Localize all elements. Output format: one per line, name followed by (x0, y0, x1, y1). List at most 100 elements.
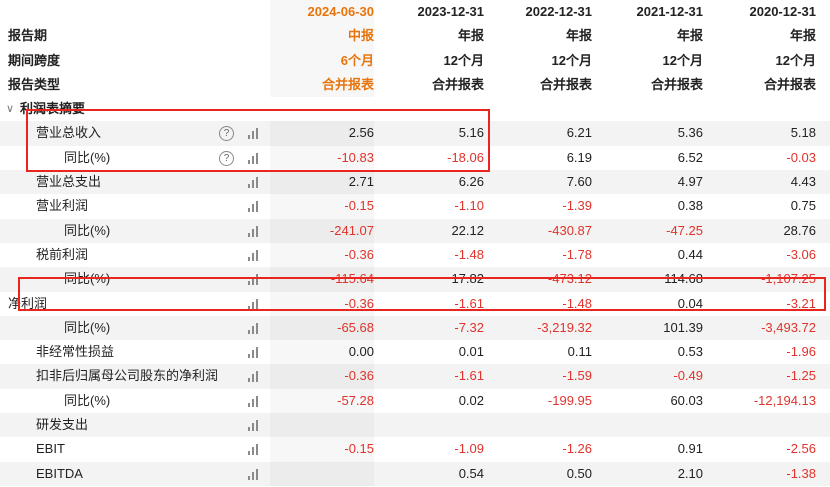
header-cell: 年报 (457, 28, 484, 44)
header-cell: 合并报表 (431, 76, 484, 92)
value-cell: 5.16 (458, 125, 484, 141)
bar-chart-icon[interactable] (248, 152, 260, 164)
value-cell (270, 461, 374, 486)
row-label: 扣非后归属母公司股东的净利润 (36, 368, 219, 384)
row-label-cell: EBITDA (0, 462, 270, 486)
row-label-cell: 同比(%) (0, 267, 270, 291)
bar-chart-icon[interactable] (248, 444, 260, 456)
bar-chart-icon[interactable] (248, 420, 260, 432)
value-cell: 0.44 (677, 246, 703, 262)
row-label-cell: 研发支出 (0, 413, 270, 437)
table-row: 扣非后归属母公司股东的净利润 -0.36 -1.61 -1.59 -0.49 -1.25 (0, 364, 830, 389)
bar-chart-icon[interactable] (248, 201, 260, 213)
period-header[interactable]: 2022-12-31 (484, 0, 593, 24)
bar-chart-icon[interactable] (248, 298, 260, 310)
row-label: 营业利润 (36, 198, 89, 214)
value-cell: 114.68 (664, 271, 703, 287)
table-row: 同比(%)? -10.83 -18.06 6.19 6.52 -0.03 (0, 145, 830, 171)
value-cell: 4.43 (790, 174, 816, 190)
value-cell: -1.09 (454, 441, 484, 457)
value-cell: 0.01 (458, 344, 484, 360)
row-label: 同比(%) (64, 319, 111, 335)
header-row-span: 期间跨度 6个月 12个月 12个月 12个月 12个月 (0, 48, 830, 73)
bar-chart-icon[interactable] (248, 249, 260, 261)
bar-chart-icon[interactable] (248, 274, 260, 286)
row-label: 营业总收入 (36, 125, 102, 141)
bar-chart-icon[interactable] (248, 347, 260, 359)
table-row: EBITDA 0.54 0.50 2.10 -1.38 (0, 461, 830, 486)
question-circle-icon[interactable]: ? (219, 150, 234, 166)
value-cell: -1.48 (454, 246, 484, 262)
row-label-cell: EBIT (0, 437, 270, 461)
bar-chart-icon[interactable] (248, 468, 260, 480)
value-cell: -7.32 (454, 319, 484, 335)
value-cell: 4.97 (677, 174, 703, 190)
section-label[interactable]: ∨ 利润表摘要 (0, 97, 270, 121)
header-row-type: 报告类型 合并报表 合并报表 合并报表 合并报表 合并报表 (0, 72, 830, 98)
bar-chart-icon[interactable] (248, 371, 260, 383)
section-row[interactable]: ∨ 利润表摘要 (0, 97, 830, 121)
value-cell: -12,194.13 (753, 392, 816, 408)
header-row-report-period: 报告期 中报 年报 年报 年报 年报 (0, 24, 830, 49)
value-cell: 6.21 (566, 125, 592, 141)
row-label: 税前利润 (36, 246, 89, 262)
header-cell: 中报 (270, 24, 374, 49)
value-cell: -430.87 (547, 222, 592, 238)
period-header[interactable]: 2021-12-31 (592, 0, 704, 24)
row-label-cell: 营业利润 (0, 194, 270, 218)
value-cell: -1.10 (454, 198, 484, 214)
value-cell: -1.38 (786, 465, 816, 481)
value-cell (374, 413, 484, 437)
table-row: 营业总支出 2.71 6.26 7.60 4.97 4.43 (0, 170, 830, 195)
period-header[interactable]: 2023-12-31 (374, 0, 485, 24)
value-cell: 0.38 (677, 198, 703, 214)
value-cell: -0.36 (270, 242, 374, 268)
income-statement-table: 2024-06-30 2023-12-31 2022-12-31 2021-12-31… (0, 0, 830, 486)
value-cell: -1,107.25 (761, 271, 816, 287)
value-cell: -47.25 (666, 222, 703, 238)
period-header[interactable]: 2024-06-30 (270, 0, 374, 25)
value-cell: -0.36 (270, 364, 374, 389)
header-cell: 年报 (565, 28, 592, 44)
value-cell: -241.07 (270, 218, 374, 243)
row-label-cell: 营业总支出 (0, 170, 270, 194)
row-label: 营业总支出 (36, 174, 102, 190)
value-cell: -65.68 (270, 315, 374, 341)
header-row-span-label-text: 期间跨度 (8, 52, 61, 68)
value-cell: -1.61 (454, 295, 484, 311)
bar-chart-icon[interactable] (248, 322, 260, 334)
header-cell: 12个月 (443, 52, 484, 68)
value-cell: -0.49 (673, 368, 703, 384)
table-row: 税前利润 -0.36 -1.48 -1.78 0.44 -3.06 (0, 242, 830, 268)
value-cell: -1.48 (562, 295, 592, 311)
value-cell: 17.82 (451, 271, 484, 287)
value-cell: 2.10 (677, 465, 703, 481)
value-cell: -57.28 (270, 388, 374, 414)
question-circle-icon[interactable]: ? (219, 126, 234, 142)
value-cell: 0.54 (458, 465, 484, 481)
value-cell: 5.18 (790, 125, 816, 141)
row-label-cell: 非经常性损益 (0, 340, 270, 364)
value-cell: -2.56 (786, 441, 816, 457)
header-label-empty (0, 0, 270, 24)
chevron-down-icon[interactable]: ∨ (6, 97, 14, 121)
row-label-cell: 净利润 (0, 292, 270, 316)
bar-chart-icon[interactable] (248, 225, 260, 237)
bar-chart-icon[interactable] (248, 177, 260, 189)
bar-chart-icon[interactable] (248, 395, 260, 407)
row-label-cell: 扣非后归属母公司股东的净利润 (0, 364, 270, 388)
value-cell: 0.04 (677, 295, 703, 311)
header-cell: 12个月 (551, 52, 592, 68)
header-cell: 12个月 (662, 52, 703, 68)
value-cell: 2.56 (270, 121, 374, 146)
bar-chart-icon[interactable] (248, 128, 260, 140)
value-cell: 0.50 (566, 465, 592, 481)
row-label: EBIT (36, 441, 65, 457)
value-cell: 6.52 (677, 149, 703, 165)
row-label: 非经常性损益 (36, 344, 115, 360)
value-cell: 22.12 (451, 222, 484, 238)
period-header[interactable]: 2020-12-31 (703, 0, 817, 24)
header-cell: 6个月 (270, 48, 374, 73)
value-cell: -1.39 (562, 198, 592, 214)
row-label: 净利润 (8, 295, 48, 311)
